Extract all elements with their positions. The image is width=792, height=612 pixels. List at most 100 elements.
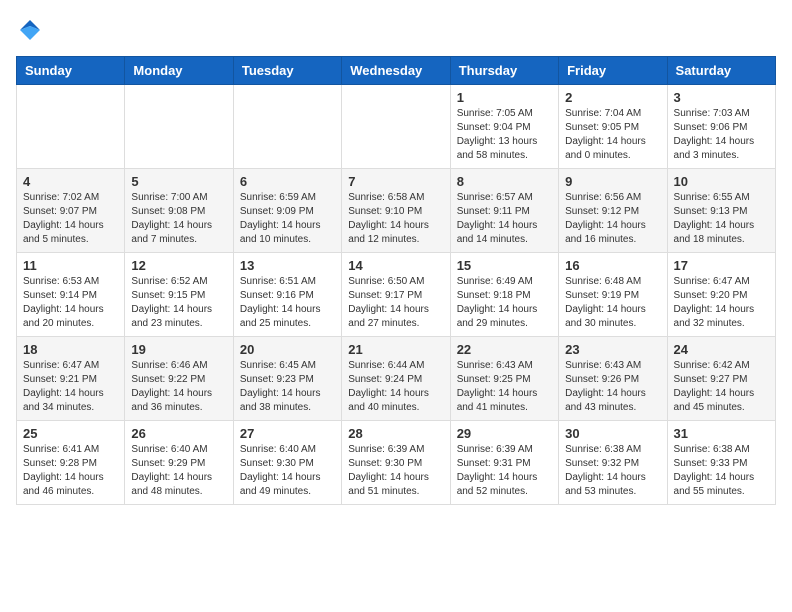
day-info: Sunrise: 6:38 AM Sunset: 9:32 PM Dayligh… bbox=[565, 443, 660, 499]
day-info: Sunrise: 6:38 AM Sunset: 9:33 PM Dayligh… bbox=[674, 443, 769, 499]
day-header-thursday: Thursday bbox=[450, 57, 558, 85]
calendar-cell: 2Sunrise: 7:04 AM Sunset: 9:05 PM Daylig… bbox=[559, 85, 667, 169]
logo bbox=[16, 16, 48, 44]
day-number: 11 bbox=[23, 258, 118, 273]
day-number: 21 bbox=[348, 342, 443, 357]
day-number: 15 bbox=[457, 258, 552, 273]
calendar-cell: 6 Sunrise: 6:59 AM Sunset: 9:09 PM Daylig… bbox=[233, 169, 341, 253]
calendar-cell: 23Sunrise: 6:43 AM Sunset: 9:26 PM Dayli… bbox=[559, 337, 667, 421]
calendar-cell: 14 Sunrise: 6:50 AM Sunset: 9:17 PM Dayli… bbox=[342, 253, 450, 337]
day-number: 5 bbox=[131, 174, 226, 189]
day-info: Sunrise: 6:52 AM Sunset: 9:15 PM Dayligh… bbox=[131, 275, 226, 331]
day-info: Sunrise: 6:59 AM Sunset: 9:09 PM Dayligh… bbox=[240, 191, 335, 247]
day-number: 8 bbox=[457, 174, 552, 189]
calendar-cell: 10Sunrise: 6:55 AM Sunset: 9:13 PM Dayli… bbox=[667, 169, 775, 253]
calendar-cell: 15 Sunrise: 6:49 AM Sunset: 9:18 PM Dayli… bbox=[450, 253, 558, 337]
day-number: 6 bbox=[240, 174, 335, 189]
calendar-cell: 31 Sunrise: 6:38 AM Sunset: 9:33 PM Dayli… bbox=[667, 421, 775, 505]
day-info: Sunrise: 7:00 AM Sunset: 9:08 PM Dayligh… bbox=[131, 191, 226, 247]
calendar-cell: 24 Sunrise: 6:42 AM Sunset: 9:27 PM Dayli… bbox=[667, 337, 775, 421]
calendar-cell: 26Sunrise: 6:40 AM Sunset: 9:29 PM Dayli… bbox=[125, 421, 233, 505]
calendar-cell: 29 Sunrise: 6:39 AM Sunset: 9:31 PM Dayli… bbox=[450, 421, 558, 505]
calendar-header-row: SundayMondayTuesdayWednesdayThursdayFrid… bbox=[17, 57, 776, 85]
day-info: Sunrise: 6:56 AM Sunset: 9:12 PM Dayligh… bbox=[565, 191, 660, 247]
day-number: 7 bbox=[348, 174, 443, 189]
day-number: 4 bbox=[23, 174, 118, 189]
calendar-week-4: 18 Sunrise: 6:47 AM Sunset: 9:21 PM Dayli… bbox=[17, 337, 776, 421]
day-number: 12 bbox=[131, 258, 226, 273]
day-info: Sunrise: 6:40 AM Sunset: 9:29 PM Dayligh… bbox=[131, 443, 226, 499]
header bbox=[16, 16, 776, 44]
calendar: SundayMondayTuesdayWednesdayThursdayFrid… bbox=[16, 56, 776, 505]
day-number: 28 bbox=[348, 426, 443, 441]
day-info: Sunrise: 6:51 AM Sunset: 9:16 PM Dayligh… bbox=[240, 275, 335, 331]
calendar-cell: 28 Sunrise: 6:39 AM Sunset: 9:30 PM Dayli… bbox=[342, 421, 450, 505]
calendar-cell: 19 Sunrise: 6:46 AM Sunset: 9:22 PM Dayli… bbox=[125, 337, 233, 421]
calendar-cell: 25 Sunrise: 6:41 AM Sunset: 9:28 PM Dayli… bbox=[17, 421, 125, 505]
day-number: 13 bbox=[240, 258, 335, 273]
day-info: Sunrise: 7:05 AM Sunset: 9:04 PM Dayligh… bbox=[457, 107, 552, 163]
day-info: Sunrise: 6:49 AM Sunset: 9:18 PM Dayligh… bbox=[457, 275, 552, 331]
day-header-wednesday: Wednesday bbox=[342, 57, 450, 85]
day-number: 3 bbox=[674, 90, 769, 105]
calendar-cell: 3 Sunrise: 7:03 AM Sunset: 9:06 PM Daylig… bbox=[667, 85, 775, 169]
day-info: Sunrise: 6:46 AM Sunset: 9:22 PM Dayligh… bbox=[131, 359, 226, 415]
day-number: 16 bbox=[565, 258, 660, 273]
calendar-cell bbox=[17, 85, 125, 169]
day-info: Sunrise: 6:44 AM Sunset: 9:24 PM Dayligh… bbox=[348, 359, 443, 415]
calendar-cell: 11 Sunrise: 6:53 AM Sunset: 9:14 PM Dayli… bbox=[17, 253, 125, 337]
day-info: Sunrise: 6:48 AM Sunset: 9:19 PM Dayligh… bbox=[565, 275, 660, 331]
calendar-cell: 22 Sunrise: 6:43 AM Sunset: 9:25 PM Dayli… bbox=[450, 337, 558, 421]
day-header-monday: Monday bbox=[125, 57, 233, 85]
day-info: Sunrise: 6:57 AM Sunset: 9:11 PM Dayligh… bbox=[457, 191, 552, 247]
day-info: Sunrise: 6:50 AM Sunset: 9:17 PM Dayligh… bbox=[348, 275, 443, 331]
day-number: 19 bbox=[131, 342, 226, 357]
calendar-week-3: 11 Sunrise: 6:53 AM Sunset: 9:14 PM Dayli… bbox=[17, 253, 776, 337]
day-number: 14 bbox=[348, 258, 443, 273]
day-info: Sunrise: 6:41 AM Sunset: 9:28 PM Dayligh… bbox=[23, 443, 118, 499]
day-info: Sunrise: 6:42 AM Sunset: 9:27 PM Dayligh… bbox=[674, 359, 769, 415]
day-info: Sunrise: 6:39 AM Sunset: 9:30 PM Dayligh… bbox=[348, 443, 443, 499]
calendar-cell: 20 Sunrise: 6:45 AM Sunset: 9:23 PM Dayli… bbox=[233, 337, 341, 421]
day-info: Sunrise: 6:53 AM Sunset: 9:14 PM Dayligh… bbox=[23, 275, 118, 331]
calendar-cell: 12 Sunrise: 6:52 AM Sunset: 9:15 PM Dayli… bbox=[125, 253, 233, 337]
day-info: Sunrise: 6:39 AM Sunset: 9:31 PM Dayligh… bbox=[457, 443, 552, 499]
calendar-cell: 21 Sunrise: 6:44 AM Sunset: 9:24 PM Dayli… bbox=[342, 337, 450, 421]
calendar-cell bbox=[233, 85, 341, 169]
calendar-cell bbox=[342, 85, 450, 169]
day-number: 1 bbox=[457, 90, 552, 105]
calendar-cell: 1 Sunrise: 7:05 AM Sunset: 9:04 PM Daylig… bbox=[450, 85, 558, 169]
day-info: Sunrise: 7:03 AM Sunset: 9:06 PM Dayligh… bbox=[674, 107, 769, 163]
day-number: 20 bbox=[240, 342, 335, 357]
day-number: 29 bbox=[457, 426, 552, 441]
day-number: 25 bbox=[23, 426, 118, 441]
calendar-cell: 4 Sunrise: 7:02 AM Sunset: 9:07 PM Daylig… bbox=[17, 169, 125, 253]
day-header-tuesday: Tuesday bbox=[233, 57, 341, 85]
calendar-cell: 17 Sunrise: 6:47 AM Sunset: 9:20 PM Dayli… bbox=[667, 253, 775, 337]
day-number: 22 bbox=[457, 342, 552, 357]
day-number: 23 bbox=[565, 342, 660, 357]
calendar-cell: 30Sunrise: 6:38 AM Sunset: 9:32 PM Dayli… bbox=[559, 421, 667, 505]
calendar-cell: 7 Sunrise: 6:58 AM Sunset: 9:10 PM Daylig… bbox=[342, 169, 450, 253]
calendar-cell: 5 Sunrise: 7:00 AM Sunset: 9:08 PM Daylig… bbox=[125, 169, 233, 253]
day-info: Sunrise: 6:47 AM Sunset: 9:20 PM Dayligh… bbox=[674, 275, 769, 331]
day-info: Sunrise: 6:58 AM Sunset: 9:10 PM Dayligh… bbox=[348, 191, 443, 247]
day-number: 24 bbox=[674, 342, 769, 357]
day-number: 18 bbox=[23, 342, 118, 357]
day-number: 31 bbox=[674, 426, 769, 441]
calendar-cell bbox=[125, 85, 233, 169]
day-info: Sunrise: 6:45 AM Sunset: 9:23 PM Dayligh… bbox=[240, 359, 335, 415]
day-info: Sunrise: 6:43 AM Sunset: 9:25 PM Dayligh… bbox=[457, 359, 552, 415]
day-header-friday: Friday bbox=[559, 57, 667, 85]
day-info: Sunrise: 7:02 AM Sunset: 9:07 PM Dayligh… bbox=[23, 191, 118, 247]
logo-icon bbox=[16, 16, 44, 44]
calendar-week-5: 25 Sunrise: 6:41 AM Sunset: 9:28 PM Dayli… bbox=[17, 421, 776, 505]
day-info: Sunrise: 6:40 AM Sunset: 9:30 PM Dayligh… bbox=[240, 443, 335, 499]
calendar-week-1: 1 Sunrise: 7:05 AM Sunset: 9:04 PM Daylig… bbox=[17, 85, 776, 169]
day-info: Sunrise: 6:47 AM Sunset: 9:21 PM Dayligh… bbox=[23, 359, 118, 415]
day-number: 27 bbox=[240, 426, 335, 441]
day-header-saturday: Saturday bbox=[667, 57, 775, 85]
day-number: 17 bbox=[674, 258, 769, 273]
calendar-cell: 18 Sunrise: 6:47 AM Sunset: 9:21 PM Dayli… bbox=[17, 337, 125, 421]
day-number: 10 bbox=[674, 174, 769, 189]
